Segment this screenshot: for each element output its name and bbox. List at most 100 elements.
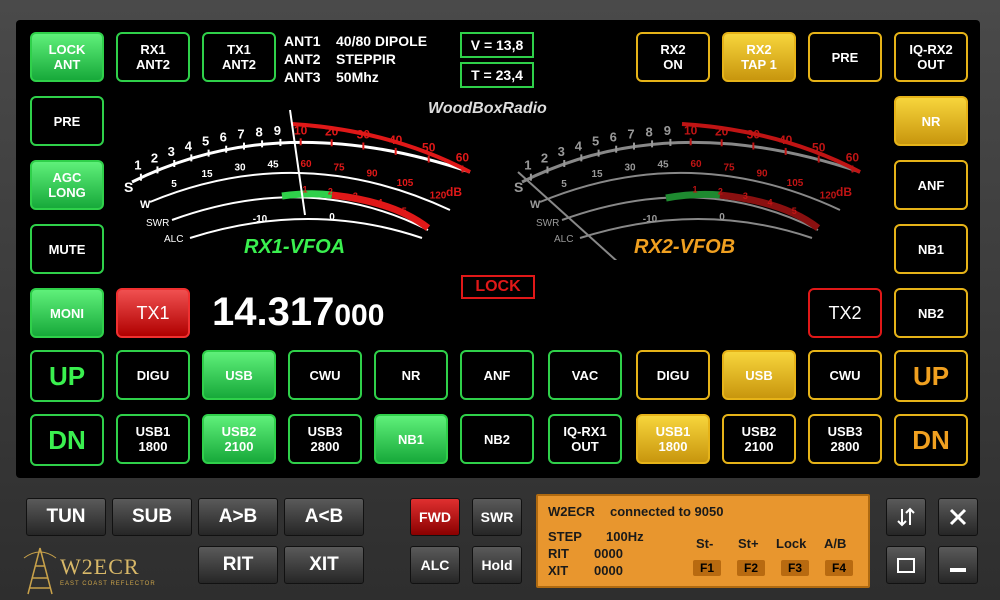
iq-rx2-out-button[interactable]: IQ-RX2 OUT: [894, 32, 968, 82]
mode-digu-rx1[interactable]: DIGU: [116, 350, 190, 400]
rx2-s-tick-label: 8: [645, 124, 652, 139]
vac-button[interactable]: VAC: [548, 350, 622, 400]
filter-usb2-rx1[interactable]: USB2 2100: [202, 414, 276, 464]
xit-button[interactable]: XIT: [284, 546, 364, 584]
minimize-icon: [950, 568, 966, 572]
tx1-button[interactable]: TX1: [116, 288, 190, 338]
lock-ant-button[interactable]: LOCK ANT: [30, 32, 104, 82]
maximize-button[interactable]: [886, 546, 926, 584]
tx2-button[interactable]: TX2: [808, 288, 882, 338]
mode-usb-rx1[interactable]: USB: [202, 350, 276, 400]
tun-button[interactable]: TUN: [26, 498, 106, 536]
ant3-label: ANT3: [284, 69, 321, 85]
tx1-ant2-button[interactable]: TX1 ANT2: [202, 32, 276, 82]
ant2-label: ANT2: [284, 51, 321, 67]
left-dn-button[interactable]: DN: [30, 414, 104, 466]
pre-button-left[interactable]: PRE: [30, 96, 104, 146]
rx2-s-plus-label: 20: [715, 124, 729, 138]
rx1-w-tick-label: 75: [333, 162, 345, 173]
mode-digu-rx2[interactable]: DIGU: [636, 350, 710, 400]
anf-button-right[interactable]: ANF: [894, 160, 968, 210]
lock-indicator[interactable]: LOCK: [461, 275, 535, 299]
connection-status: connected to 9050: [610, 504, 724, 519]
rx1-swr-tick-label: 2: [328, 187, 333, 197]
f4-key[interactable]: F4: [825, 560, 853, 576]
rx2-tap-button[interactable]: RX2 TAP 1: [722, 32, 796, 82]
filter-usb3-rx2[interactable]: USB3 2800: [808, 414, 882, 464]
close-button[interactable]: [938, 498, 978, 536]
frequency-main: 14.317: [212, 290, 335, 334]
nb1-button-rx1[interactable]: NB1: [374, 414, 448, 464]
rx2-swr-letter: SWR: [536, 218, 559, 229]
nr-button-right[interactable]: NR: [894, 96, 968, 146]
rx2-s-tick-label: 9: [664, 123, 671, 138]
b-to-a-button[interactable]: A<B: [284, 498, 364, 536]
xit-value: 0000: [594, 563, 623, 578]
rx1-s-letter: S: [124, 179, 133, 195]
mode-cwu-rx1[interactable]: CWU: [288, 350, 362, 400]
left-up-button[interactable]: UP: [30, 350, 104, 402]
logo-tagline: EAST COAST REFLECTOR: [60, 581, 156, 587]
rx2-s-tick-label: 3: [558, 144, 565, 159]
minimize-button[interactable]: [938, 546, 978, 584]
moni-button[interactable]: MONI: [30, 288, 104, 338]
rx1-ant2-button[interactable]: RX1 ANT2: [116, 32, 190, 82]
nb2-button-right[interactable]: NB2: [894, 288, 968, 338]
xit-label: XIT: [548, 563, 569, 578]
nr-button-rx1[interactable]: NR: [374, 350, 448, 400]
sub-button[interactable]: SUB: [112, 498, 192, 536]
filter-usb2-rx2[interactable]: USB2 2100: [722, 414, 796, 464]
fwd-button[interactable]: FWD: [410, 498, 460, 536]
anf-button-rx1[interactable]: ANF: [460, 350, 534, 400]
rx2-w-tick-label: 60: [690, 159, 702, 170]
hold-button[interactable]: Hold: [472, 546, 522, 584]
pre-button-right[interactable]: PRE: [808, 32, 882, 82]
rx1-s-tick-label: 6: [220, 130, 227, 145]
status-panel: W2ECR connected to 9050 STEP 100Hz RIT 0…: [536, 494, 870, 588]
nb1-button-right[interactable]: NB1: [894, 224, 968, 274]
agc-long-button[interactable]: AGC LONG: [30, 160, 104, 210]
rx2-s-plus-label: 30: [747, 127, 761, 141]
iq-rx1-out-button[interactable]: IQ-RX1 OUT: [548, 414, 622, 464]
rit-button[interactable]: RIT: [198, 546, 278, 584]
rx1-s-tick-label: 8: [255, 124, 262, 139]
f3-key[interactable]: F3: [781, 560, 809, 576]
voltage-readout: V = 13,8: [460, 32, 534, 58]
rx1-vfoa-label: RX1-VFOA: [244, 236, 346, 258]
rx2-swr-tick-label: 5: [792, 206, 797, 216]
frequency-sub: 000: [334, 299, 385, 332]
rx1-w-letter: W: [140, 199, 151, 211]
rx2-s-tick-label: 1: [524, 158, 531, 173]
right-up-button[interactable]: UP: [894, 350, 968, 402]
nb2-button-rx1[interactable]: NB2: [460, 414, 534, 464]
rx1-s-plus-label: 10: [294, 123, 308, 137]
f1-key[interactable]: F1: [693, 560, 721, 576]
filter-usb3-rx1[interactable]: USB3 2800: [288, 414, 362, 464]
f2-key[interactable]: F2: [737, 560, 765, 576]
filter-usb1-rx2[interactable]: USB1 1800: [636, 414, 710, 464]
ant1-label: ANT1: [284, 33, 321, 49]
rx1-w-tick-label: 45: [267, 159, 279, 170]
rx2-s-tick-label: 6: [610, 130, 617, 145]
rx1-s-plus-label: 20: [325, 124, 339, 138]
rx1-w-tick-label: 90: [366, 169, 378, 180]
filter-usb1-rx1[interactable]: USB1 1800: [116, 414, 190, 464]
mode-usb-rx2[interactable]: USB: [722, 350, 796, 400]
rx1-s-plus-label: 40: [389, 133, 403, 147]
a-to-b-button[interactable]: A>B: [198, 498, 278, 536]
alc-button[interactable]: ALC: [410, 546, 460, 584]
mute-button[interactable]: MUTE: [30, 224, 104, 274]
fn-label-4: A/B: [824, 536, 847, 551]
swap-button[interactable]: [886, 498, 926, 536]
rx1-s-tick-label: 5: [202, 134, 209, 149]
rx1-alc-tick-label: -10: [253, 214, 268, 225]
mode-cwu-rx2[interactable]: CWU: [808, 350, 882, 400]
swr-button[interactable]: SWR: [472, 498, 522, 536]
rx2-on-button[interactable]: RX2 ON: [636, 32, 710, 82]
rx2-w-tick-label: 30: [624, 163, 636, 174]
rx1-swr-arc: [171, 196, 429, 231]
right-dn-button[interactable]: DN: [894, 414, 968, 466]
rx1-swr-tick-label: 3: [353, 191, 358, 201]
rit-value: 0000: [594, 546, 623, 561]
rx1-swr-tick-label: 1: [302, 185, 307, 195]
